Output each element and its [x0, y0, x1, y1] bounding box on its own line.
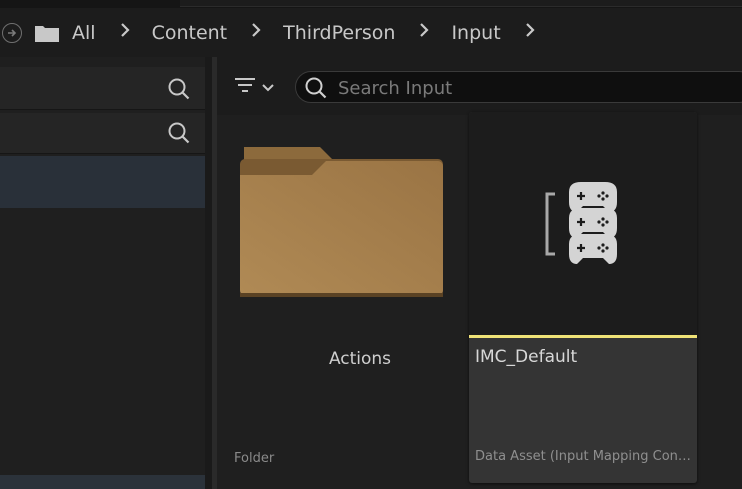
history-back-icon[interactable] [2, 22, 22, 43]
folder-tile-actions[interactable]: Actions Folder [234, 115, 446, 485]
asset-grid: Actions Folder IMC_Default Data Asset (I… [217, 112, 742, 489]
breadcrumb-item-content[interactable]: Content [152, 22, 228, 44]
favorites-search-bar[interactable] [0, 67, 205, 110]
folder-icon [240, 145, 443, 298]
sources-panel [0, 57, 212, 489]
folders-search-bar[interactable] [0, 113, 205, 154]
filter-icon [233, 75, 257, 99]
top-strip [0, 0, 742, 8]
panel-footer-row[interactable] [0, 475, 205, 489]
breadcrumb-item-thirdperson[interactable]: ThirdPerson [283, 22, 395, 44]
breadcrumb-item-input[interactable]: Input [451, 22, 500, 44]
asset-type: Folder [234, 451, 275, 466]
search-icon[interactable] [167, 121, 191, 149]
content-toolbar [217, 57, 742, 115]
folder-icon [34, 23, 60, 43]
asset-type: Data Asset (Input Mapping Context) [475, 449, 691, 464]
asset-thumbnail [469, 112, 697, 335]
asset-name: IMC_Default [475, 347, 578, 367]
search-icon [304, 76, 328, 104]
search-icon[interactable] [167, 77, 191, 105]
chevron-right-icon[interactable] [525, 22, 535, 43]
filter-dropdown-button[interactable] [233, 75, 281, 99]
chevron-right-icon[interactable] [120, 22, 130, 43]
chevron-right-icon[interactable] [419, 22, 430, 43]
input-mapping-context-icon [545, 182, 617, 264]
selected-folder-row[interactable] [0, 156, 205, 208]
top-strip-segment [180, 0, 742, 7]
asset-name: Actions [328, 349, 392, 369]
breadcrumb: All Content ThirdPerson Input [0, 8, 742, 57]
asset-type-color-bar [469, 335, 697, 338]
breadcrumb-item-all[interactable]: All [72, 22, 96, 44]
chevron-down-icon [261, 78, 275, 97]
asset-search-box[interactable] [295, 71, 742, 104]
chevron-right-icon[interactable] [251, 22, 261, 43]
asset-tile-imc-default[interactable]: IMC_Default Data Asset (Input Mapping Co… [469, 112, 697, 483]
panel-edge [205, 57, 212, 489]
search-input[interactable] [336, 72, 740, 104]
